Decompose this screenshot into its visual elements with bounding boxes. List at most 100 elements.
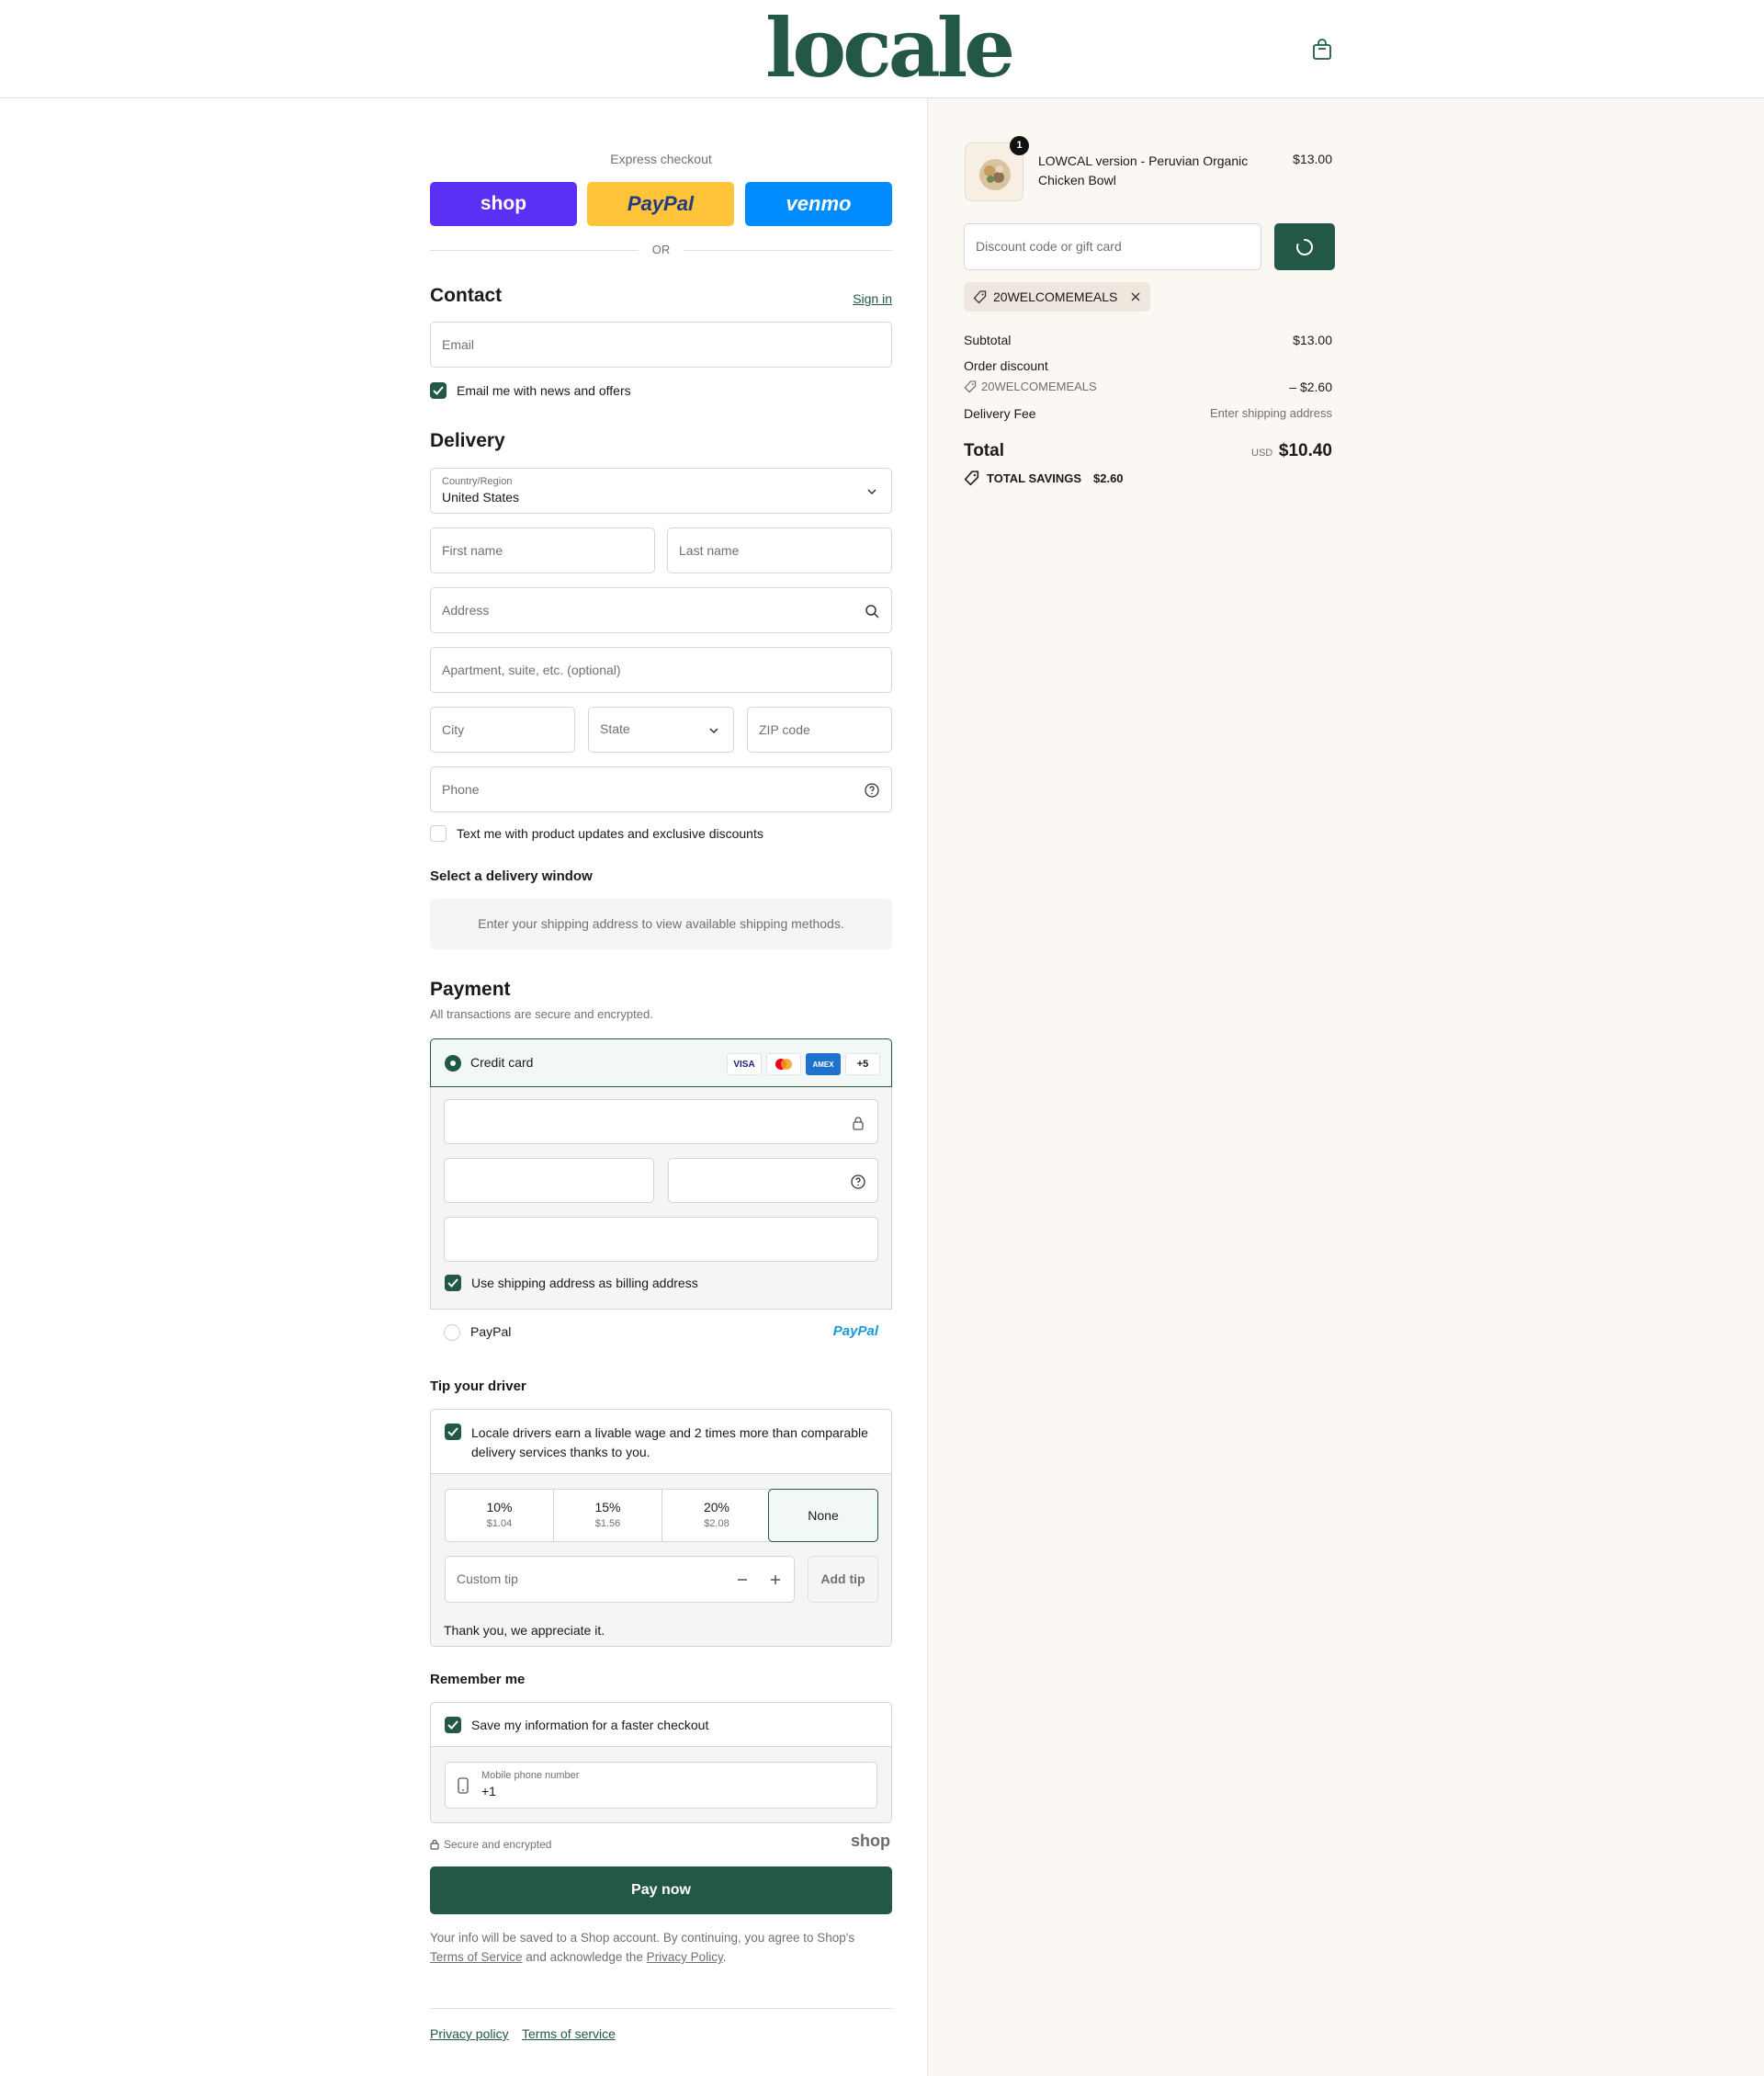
tip-thanks: Thank you, we appreciate it. [444,1623,605,1638]
mastercard-circles [775,1059,792,1070]
billing-label: Use shipping address as billing address [471,1276,698,1290]
delivery-fee-label: Delivery Fee [964,406,1036,421]
mobile-phone-field[interactable]: Mobile phone number +1 [445,1762,877,1809]
legal-text: Your info will be saved to a Shop accoun… [430,1928,892,1967]
mobile-phone-icon [458,1777,469,1794]
news-checkbox[interactable] [430,382,447,399]
card-number-field[interactable] [444,1099,878,1144]
credit-card-radio[interactable] [445,1055,461,1072]
mobile-phone-label: Mobile phone number [481,1770,580,1781]
tip-amount: $2.08 [704,1518,729,1529]
country-select[interactable]: Country/Region United States [430,468,892,514]
help-icon[interactable] [864,782,880,799]
delivery-fee-value: Enter shipping address [1210,406,1332,420]
total-savings-value: $2.60 [1093,471,1124,485]
apartment-placeholder: Apartment, suite, etc. (optional) [442,663,621,677]
address-field[interactable]: Address [430,587,892,633]
first-name-placeholder: First name [442,543,503,558]
paypal-button[interactable]: PayPal [587,182,734,226]
security-code-field[interactable] [668,1158,878,1203]
add-tip-button[interactable]: Add tip [808,1556,878,1603]
first-name-field[interactable]: First name [430,528,655,573]
discount-code-placeholder: Discount code or gift card [976,239,1122,254]
pay-now-button[interactable]: Pay now [430,1866,892,1914]
lock-icon [853,1117,864,1130]
tip-message-row: Locale drivers earn a livable wage and 2… [431,1410,891,1474]
delivery-window-title: Select a delivery window [430,868,593,884]
expiration-field[interactable] [444,1158,654,1203]
shopping-bag-icon[interactable] [1312,39,1332,61]
minus-icon[interactable] [735,1572,750,1587]
terms-of-service-link[interactable]: Terms of Service [430,1950,523,1964]
check-icon [433,386,444,395]
check-icon [447,1720,458,1730]
logo[interactable]: locale [765,2,1015,94]
name-on-card-field[interactable] [444,1217,878,1262]
more-cards-badge: +5 [845,1053,880,1075]
footer-divider [430,2008,892,2009]
lock-icon [430,1839,439,1850]
paypal-option[interactable]: PayPal PayPal [430,1309,892,1356]
tip-pct: 20% [703,1500,730,1514]
save-info-label: Save my information for a faster checkou… [471,1718,709,1732]
legal-mid: and acknowledge the [526,1950,643,1964]
sign-in-link[interactable]: Sign in [853,291,892,306]
text-me-checkbox[interactable] [430,825,447,842]
subtotal-value: $13.00 [1293,333,1332,347]
secure-encrypted-label: Secure and encrypted [444,1838,552,1851]
discount-value: – $2.60 [1289,380,1332,394]
discount-code-field[interactable]: Discount code or gift card [964,223,1261,270]
total-savings-label: TOTAL SAVINGS [987,471,1082,485]
last-name-field[interactable]: Last name [667,528,892,573]
check-icon [447,1278,458,1288]
tip-amount: $1.04 [486,1518,513,1529]
close-icon[interactable] [1130,291,1141,302]
tip-section: Locale drivers earn a livable wage and 2… [430,1409,892,1647]
apply-discount-button[interactable] [1274,223,1335,270]
save-info-checkbox[interactable] [445,1717,461,1733]
tag-icon [964,380,977,393]
header: locale [0,0,1764,98]
paypal-logo: PayPal [832,1323,878,1339]
help-icon[interactable] [850,1174,866,1190]
venmo-button[interactable]: venmo [745,182,892,226]
total-value: $10.40 [1278,441,1332,460]
paypal-radio[interactable] [444,1324,460,1341]
email-placeholder: Email [442,337,475,352]
apartment-field[interactable]: Apartment, suite, etc. (optional) [430,647,892,693]
zip-field[interactable]: ZIP code [747,707,892,753]
footer-terms-link[interactable]: Terms of service [522,2026,616,2041]
tip-option-15[interactable]: 15% $1.56 [554,1490,662,1541]
plus-icon[interactable] [768,1572,783,1587]
shop-logo: shop [851,1832,890,1850]
footer-privacy-link[interactable]: Privacy policy [430,2026,509,2041]
billing-checkbox[interactable] [445,1275,461,1291]
last-name-placeholder: Last name [679,543,740,558]
tip-option-none[interactable]: None [768,1489,878,1542]
tip-title: Tip your driver [430,1378,526,1394]
tip-option-20[interactable]: 20% $2.08 [662,1490,771,1541]
state-select[interactable]: State [588,707,734,753]
tip-option-10[interactable]: 10% $1.04 [446,1490,554,1541]
mobile-phone-value: +1 [481,1784,496,1798]
tip-pct: 15% [594,1500,621,1514]
legal-prefix: Your info will be saved to a Shop accoun… [430,1931,855,1945]
tip-checkbox[interactable] [445,1424,461,1440]
city-placeholder: City [442,722,465,737]
check-icon [447,1427,458,1436]
custom-tip-field[interactable]: Custom tip [445,1556,795,1603]
tip-pct: 10% [486,1500,513,1514]
tip-message: Locale drivers earn a livable wage and 2… [471,1425,868,1459]
save-info-row: Save my information for a faster checkou… [431,1703,891,1747]
country-value: United States [442,490,520,505]
applied-code: 20WELCOMEMEALS [993,289,1118,304]
city-field[interactable]: City [430,707,575,753]
credit-card-option[interactable]: Credit card VISA AMEX +5 [430,1038,892,1087]
shop-pay-button[interactable]: shop [430,182,577,226]
phone-field[interactable]: Phone [430,766,892,812]
email-field[interactable]: Email [430,322,892,368]
total-label: Total [964,441,1004,460]
subtotal-label: Subtotal [964,333,1012,347]
privacy-policy-link[interactable]: Privacy Policy [647,1950,723,1964]
text-me-label: Text me with product updates and exclusi… [457,826,763,841]
